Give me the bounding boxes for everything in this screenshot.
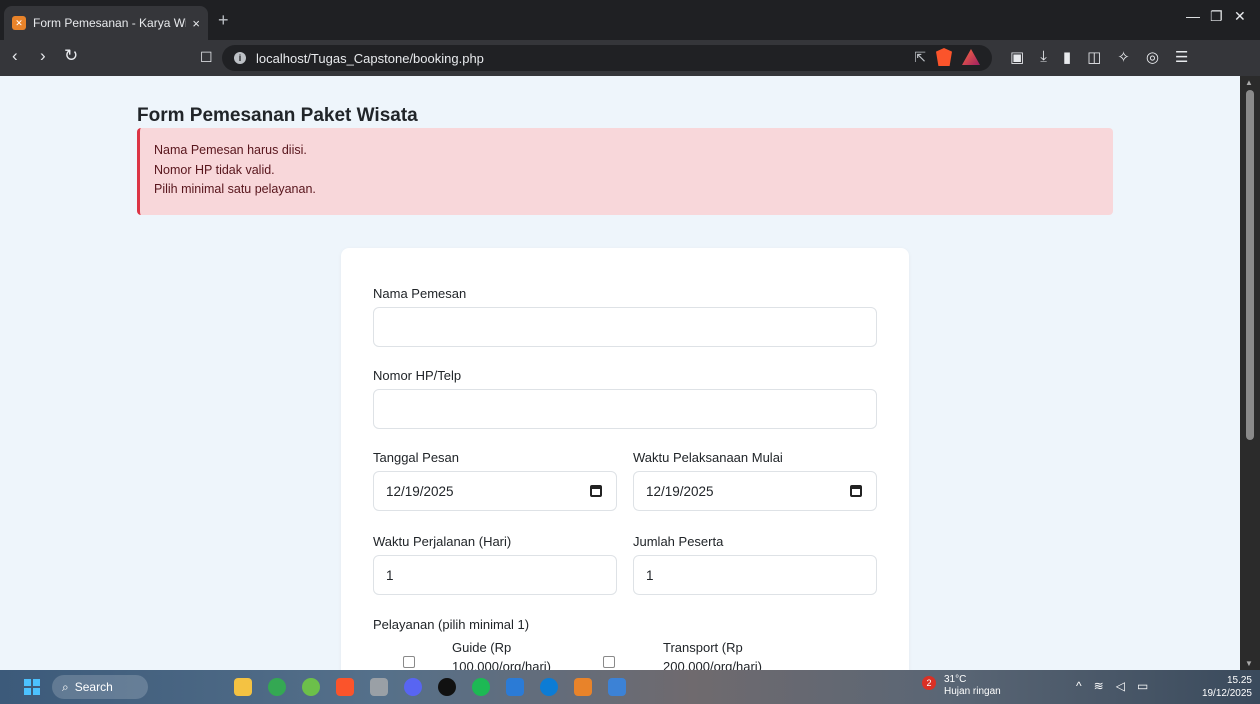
spotify-icon[interactable] (472, 678, 490, 696)
nama-input[interactable] (373, 307, 877, 347)
file-explorer-icon[interactable] (234, 678, 252, 696)
booking-form-card: Nama Pemesan Nomor HP/Telp Tanggal Pesan… (341, 248, 909, 670)
vpn-icon[interactable]: ◎ (1146, 48, 1159, 66)
scroll-thumb[interactable] (1246, 90, 1254, 440)
error-message: Nomor HP tidak valid. (154, 162, 275, 177)
close-window-icon[interactable]: ✕ (1234, 8, 1246, 25)
tanggal-input[interactable]: 12/19/2025 (373, 471, 617, 511)
transport-label-line: Transport (Rp (663, 640, 743, 655)
system-tray: ^ ≋ ◁ ▭ (1076, 679, 1148, 693)
browser-nav-bar: ‹ › ↻ ☐ i localhost/Tugas_Capstone/booki… (0, 40, 1260, 76)
page-content: Form Pemesanan Paket Wisata Nama Pemesan… (0, 76, 1240, 670)
transport-checkbox[interactable] (603, 656, 615, 668)
page-title: Form Pemesanan Paket Wisata (137, 105, 418, 126)
weather-temp: 31°C (944, 674, 967, 685)
discord-icon[interactable] (404, 678, 422, 696)
hp-input[interactable] (373, 389, 877, 429)
battery-icon[interactable]: ▭ (1137, 679, 1148, 693)
site-info-icon[interactable]: i (234, 52, 246, 64)
taskbar-clock[interactable]: 15.25 19/12/2025 (1202, 674, 1252, 700)
guide-label: Guide (Rp 100.000/org/hari) (452, 638, 551, 670)
weather-widget[interactable]: 2 31°C Hujan ringan (922, 674, 1001, 698)
peserta-input[interactable]: 1 (633, 555, 877, 595)
new-tab-button[interactable]: + (218, 10, 229, 31)
tiktok-icon[interactable] (438, 678, 456, 696)
photos-icon[interactable] (370, 678, 388, 696)
wallet-icon[interactable]: ◫ (1087, 48, 1101, 66)
restore-icon[interactable]: ❐ (1210, 8, 1223, 25)
weather-desc: Hujan ringan (944, 686, 1001, 697)
error-alert: Nama Pemesan harus diisi. Nomor HP tidak… (137, 128, 1113, 215)
bookmark-icon[interactable]: ☐ (200, 49, 213, 66)
transport-label: Transport (Rp 200.000/org/hari) (663, 638, 762, 670)
edge-icon[interactable] (540, 678, 558, 696)
clock-date: 19/12/2025 (1201, 688, 1252, 699)
scroll-down-icon[interactable]: ▼ (1245, 659, 1253, 668)
hp-label: Nomor HP/Telp (373, 368, 462, 383)
durasi-label: Waktu Perjalanan (Hari) (373, 534, 512, 549)
menu-icon[interactable]: ☰ (1175, 48, 1188, 66)
green-app-icon[interactable] (302, 678, 320, 696)
calendar-icon[interactable] (590, 485, 602, 497)
xampp-icon[interactable] (574, 678, 592, 696)
calendar-icon[interactable] (850, 485, 862, 497)
brave-shields-icon[interactable] (936, 48, 952, 66)
download-icon[interactable]: ⤓ (1040, 48, 1047, 66)
waktu-mulai-value: 12/19/2025 (646, 483, 714, 499)
reader-mode-icon[interactable]: ▣ (1010, 48, 1024, 66)
browser-tab-bar: ✕ Form Pemesanan - Karya Wisata × + — ❐ … (0, 0, 1260, 40)
xampp-favicon-icon: ✕ (12, 16, 26, 30)
back-icon[interactable]: ‹ (12, 46, 18, 66)
wifi-icon[interactable]: ≋ (1094, 679, 1104, 693)
volume-icon[interactable]: ◁ (1116, 679, 1125, 693)
durasi-input[interactable]: 1 (373, 555, 617, 595)
close-tab-icon[interactable]: × (192, 16, 200, 31)
sidebar-icon[interactable]: ▮ (1063, 48, 1071, 66)
vscode-icon[interactable] (506, 678, 524, 696)
reload-icon[interactable]: ↻ (64, 46, 78, 66)
url-text: localhost/Tugas_Capstone/booking.php (256, 50, 484, 66)
weather-badge: 2 (922, 676, 936, 690)
transport-label-line: 200.000/org/hari) (663, 659, 763, 670)
search-icon: ⌕ (62, 679, 69, 694)
peserta-label: Jumlah Peserta (633, 534, 724, 549)
page-scrollbar[interactable]: ▲ ▼ (1240, 76, 1260, 670)
guide-checkbox[interactable] (403, 656, 415, 668)
guide-label-line: 100.000/org/hari) (452, 659, 552, 670)
windows-start-icon[interactable] (24, 679, 40, 695)
tanggal-value: 12/19/2025 (386, 483, 454, 499)
minimize-icon[interactable]: — (1186, 8, 1200, 24)
windows-taskbar: ⌕ Search 2 31°C Hujan ringan ^ ≋ ◁ ▭ 15.… (0, 670, 1260, 704)
brave-taskbar-icon[interactable] (336, 678, 354, 696)
waktu-mulai-label: Waktu Pelaksanaan Mulai (633, 450, 783, 465)
search-label: Search (74, 680, 113, 694)
error-message: Nama Pemesan harus diisi. (154, 143, 307, 157)
terminal-icon[interactable] (608, 678, 626, 696)
brave-rewards-icon[interactable] (962, 49, 980, 65)
browser-tab[interactable]: ✕ Form Pemesanan - Karya Wisata × (4, 6, 208, 40)
error-message: Pilih minimal satu pelayanan. (154, 182, 316, 196)
chrome-icon[interactable] (268, 678, 286, 696)
address-bar[interactable]: i localhost/Tugas_Capstone/booking.php ⇱ (222, 45, 992, 71)
waktu-mulai-input[interactable]: 12/19/2025 (633, 471, 877, 511)
nama-label: Nama Pemesan (373, 286, 467, 301)
pelayanan-label: Pelayanan (pilih minimal 1) (373, 617, 530, 632)
tab-title: Form Pemesanan - Karya Wisata (33, 16, 186, 30)
clock-time: 15.25 (1226, 675, 1252, 686)
tanggal-label: Tanggal Pesan (373, 450, 460, 465)
leo-ai-icon[interactable]: ✧ (1117, 48, 1130, 66)
share-icon[interactable]: ⇱ (914, 49, 926, 66)
taskbar-search[interactable]: ⌕ Search (52, 675, 148, 699)
chevron-up-icon[interactable]: ^ (1076, 679, 1082, 693)
scroll-up-icon[interactable]: ▲ (1245, 78, 1253, 87)
forward-icon[interactable]: › (40, 46, 46, 66)
guide-label-line: Guide (Rp (452, 640, 512, 655)
